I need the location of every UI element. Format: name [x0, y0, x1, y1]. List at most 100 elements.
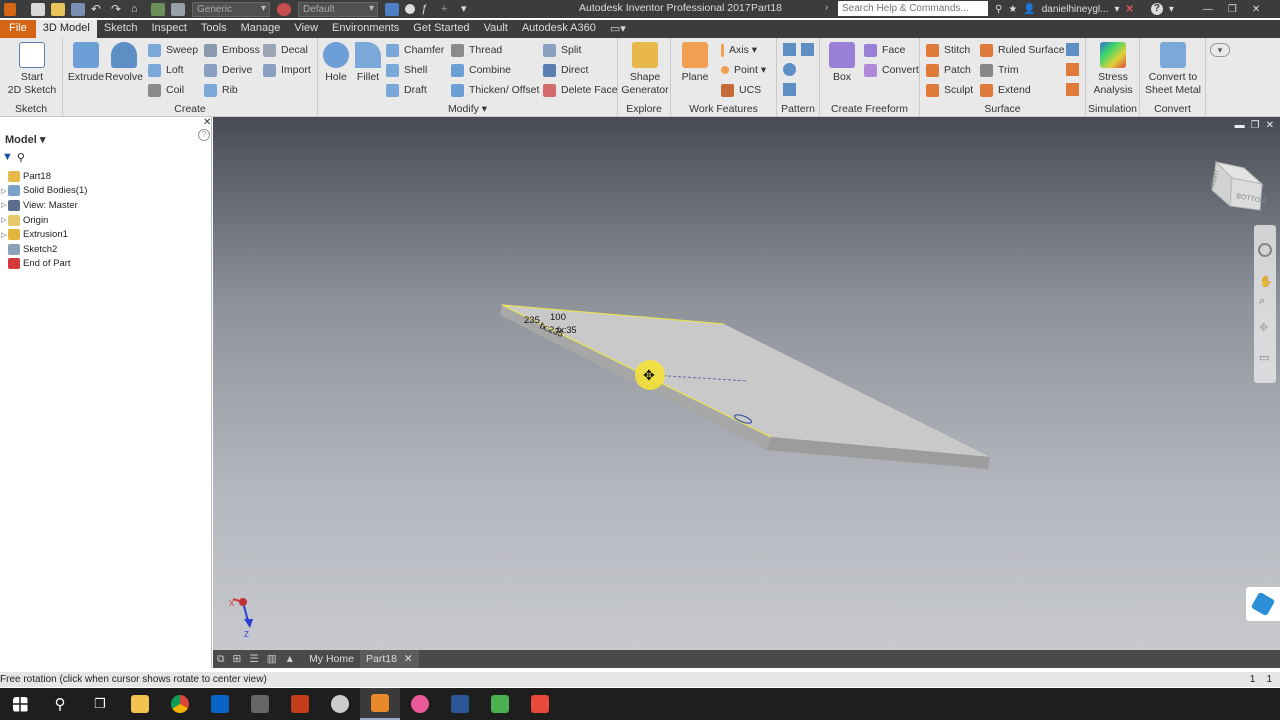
inventor-taskbar-icon[interactable]: [360, 688, 400, 720]
shell-button[interactable]: Shell: [386, 62, 427, 78]
viewcube[interactable]: RIGHT BOTTOM: [1206, 160, 1266, 212]
tab-environments[interactable]: Environments: [325, 20, 406, 38]
search-binoculars-icon[interactable]: ⚲: [995, 4, 1002, 15]
tab-file[interactable]: File: [0, 20, 36, 38]
help-icon[interactable]: ?: [1150, 3, 1163, 15]
tree-node[interactable]: ▷ Origin: [0, 213, 210, 228]
browser-close-icon[interactable]: ✕: [203, 117, 211, 128]
circular-pattern-icon[interactable]: [783, 63, 796, 76]
tab-list-icon[interactable]: ▲: [285, 653, 295, 665]
surface-tool-3-icon[interactable]: [1066, 83, 1079, 96]
graphics-viewport[interactable]: ▬ ❐ ✕ 235 100 fx:235 fx:35 ✥ X Z RIGHT B…: [213, 117, 1280, 650]
tree-expand-icon[interactable]: ▷: [0, 231, 8, 239]
customize-icon[interactable]: ▾: [461, 3, 475, 16]
browser-header[interactable]: Model ▾: [5, 133, 45, 146]
doc-tab-part18[interactable]: Part18 ✕: [360, 650, 419, 668]
color-override-icon[interactable]: [385, 2, 399, 16]
user-icon[interactable]: 👤: [1023, 4, 1035, 15]
file-explorer-icon[interactable]: [120, 688, 160, 720]
tree-node[interactable]: ▷ View: Master: [0, 198, 210, 213]
appearance-select[interactable]: Default: [298, 1, 378, 17]
rectangular-pattern-icon[interactable]: [783, 43, 796, 56]
extend-button[interactable]: Extend: [980, 82, 1031, 98]
select-icon[interactable]: [171, 2, 185, 16]
surface-tool-2-icon[interactable]: [1066, 63, 1079, 76]
extrude-button[interactable]: Extrude: [67, 40, 105, 84]
tile-vertical-icon[interactable]: ▥: [267, 653, 277, 665]
material-select[interactable]: Generic: [192, 1, 270, 17]
stitch-button[interactable]: Stitch: [926, 42, 970, 58]
doc-tab-my-home[interactable]: My Home: [303, 650, 360, 668]
combine-button[interactable]: Combine: [451, 62, 511, 78]
sweep-button[interactable]: Sweep: [148, 42, 198, 58]
convert-to-sheet-metal-button[interactable]: Convert to Sheet Metal: [1142, 40, 1204, 97]
fillet-button[interactable]: Fillet: [352, 40, 384, 84]
user-name[interactable]: danielhineygl...: [1042, 4, 1109, 15]
favorites-star-icon[interactable]: ★: [1008, 4, 1017, 15]
ucs-button[interactable]: UCS: [721, 82, 761, 98]
thicken-offset-button[interactable]: Thicken/ Offset: [451, 82, 539, 98]
delete-face-button[interactable]: Delete Face: [543, 82, 618, 98]
open-folder-icon[interactable]: [51, 2, 65, 16]
plane-button[interactable]: Plane: [675, 40, 715, 84]
update-icon[interactable]: [151, 2, 165, 16]
patch-button[interactable]: Patch: [926, 62, 971, 78]
camtasia-red-icon[interactable]: [520, 688, 560, 720]
task-view-icon[interactable]: ❐: [80, 688, 120, 720]
camtasia-green-icon[interactable]: [480, 688, 520, 720]
loft-button[interactable]: Loft: [148, 62, 184, 78]
inventor-logo-icon[interactable]: [4, 2, 16, 16]
rib-button[interactable]: Rib: [204, 82, 238, 98]
tree-node[interactable]: ▷ Extrusion1: [0, 227, 210, 242]
tree-node[interactable]: Sketch2: [0, 242, 210, 257]
hole-button[interactable]: Hole: [320, 40, 352, 84]
filter-icon[interactable]: ▼: [2, 151, 13, 164]
appearance-icon[interactable]: [277, 2, 291, 16]
convert-button[interactable]: Convert: [864, 62, 919, 78]
orbit-icon[interactable]: ✥: [1259, 321, 1268, 334]
shape-generator-button[interactable]: Shape Generator: [620, 40, 670, 97]
zoom-icon[interactable]: ⌕: [1259, 295, 1265, 308]
tab-3d-model[interactable]: 3D Model: [35, 20, 97, 38]
tile-grid-icon[interactable]: ⊞: [233, 653, 242, 665]
home-icon[interactable]: ⌂: [131, 3, 145, 16]
import-button[interactable]: Import: [263, 62, 311, 78]
ruled-surface-button[interactable]: Ruled Surface: [980, 42, 1065, 58]
sculpt-button[interactable]: Sculpt: [926, 82, 973, 98]
start-2d-sketch-button[interactable]: Start 2D Sketch: [6, 40, 58, 97]
point-button[interactable]: Point ▾: [721, 62, 766, 78]
close-icon[interactable]: ✕: [1252, 4, 1260, 15]
new-file-icon[interactable]: [31, 2, 45, 16]
stress-analysis-button[interactable]: Stress Analysis: [1088, 40, 1138, 97]
derive-button[interactable]: Derive: [204, 62, 252, 78]
exchange-icon[interactable]: ✕: [1126, 4, 1134, 15]
fx-icon[interactable]: ƒ: [421, 3, 435, 16]
coil-button[interactable]: Coil: [148, 82, 184, 98]
face-button[interactable]: Face: [864, 42, 905, 58]
maximize-icon[interactable]: ❐: [1228, 4, 1237, 15]
plus-icon[interactable]: +: [441, 3, 455, 16]
tab-manage[interactable]: Manage: [234, 20, 288, 38]
a360-share-icon[interactable]: [1246, 587, 1280, 621]
tree-node[interactable]: Part18: [0, 169, 210, 184]
mirror-icon[interactable]: [801, 43, 814, 56]
tree-node[interactable]: End of Part: [0, 257, 210, 272]
clear-icon[interactable]: [405, 4, 415, 14]
sketch-driven-pattern-icon[interactable]: [783, 83, 796, 96]
pan-icon[interactable]: ✋: [1259, 275, 1273, 288]
trim-button[interactable]: Trim: [980, 62, 1019, 78]
box-button[interactable]: Box: [824, 40, 860, 84]
chrome-icon[interactable]: [160, 688, 200, 720]
emboss-button[interactable]: Emboss: [204, 42, 260, 58]
tab-autodesk-a360[interactable]: Autodesk A360: [515, 20, 603, 38]
redo-icon[interactable]: ↷: [111, 2, 125, 16]
look-at-icon[interactable]: ▭: [1259, 351, 1269, 364]
ribbon-options-icon[interactable]: ▾: [1210, 43, 1230, 57]
save-icon[interactable]: [71, 2, 85, 16]
minimize-icon[interactable]: —: [1203, 4, 1213, 15]
tile-windows-icon[interactable]: ⧉: [217, 653, 225, 666]
revolve-button[interactable]: Revolve: [105, 40, 143, 84]
user-dropdown-icon[interactable]: ▾: [1114, 4, 1119, 15]
tree-expand-icon[interactable]: ▷: [0, 187, 8, 195]
tab-sketch[interactable]: Sketch: [97, 20, 145, 38]
